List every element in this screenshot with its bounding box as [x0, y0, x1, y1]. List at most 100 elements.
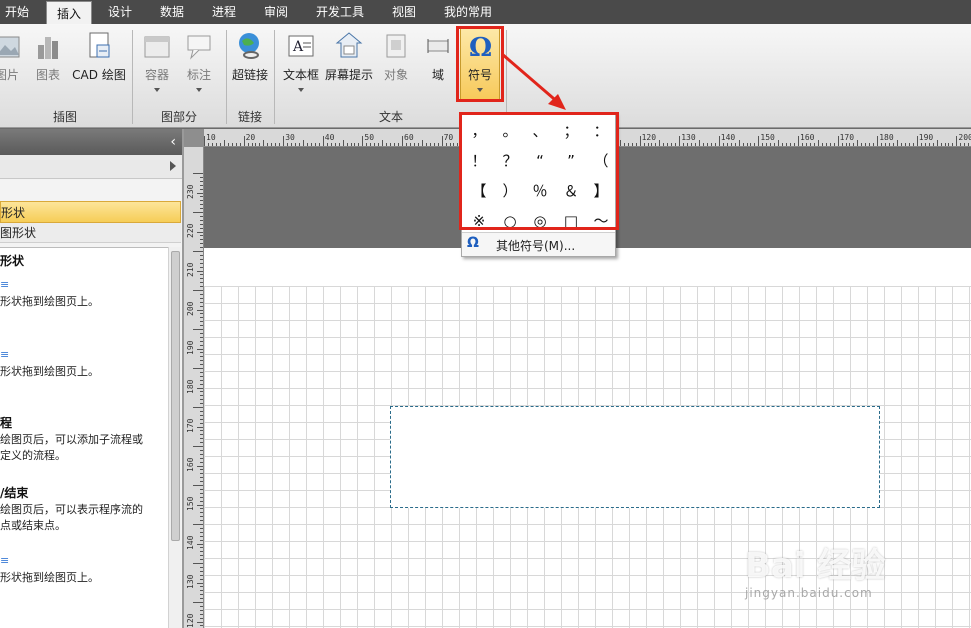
shape-item-title[interactable]: /结束 [0, 484, 28, 501]
shape-list-mark: ≡ [0, 278, 10, 291]
ruler-tick [231, 143, 233, 146]
ruler-tick [928, 143, 930, 146]
object-button[interactable]: 对象 [378, 28, 414, 106]
shape-desc: 定义的流程。 [0, 449, 66, 462]
ruler-tick [200, 282, 203, 284]
ruler-tick [936, 140, 938, 146]
ruler-tick [200, 512, 203, 514]
tab-data[interactable]: 数据 [152, 0, 192, 24]
ruler-tick [200, 332, 203, 334]
chart-button[interactable]: 图表 [30, 28, 66, 106]
ruler-tick [350, 143, 352, 146]
shape-item-title[interactable]: 程 [0, 414, 12, 431]
chevron-down-icon [196, 88, 202, 92]
cad-drawing-label: CAD 绘图 [72, 68, 126, 82]
cad-drawing-button[interactable]: CAD 绘图 [70, 28, 128, 106]
ruler-tick [746, 143, 748, 146]
chart-label: 图表 [35, 68, 60, 82]
ruler-tick [235, 143, 237, 146]
ruler-tick [200, 609, 203, 611]
tab-my-favorites[interactable]: 我的常用 [436, 0, 500, 24]
picture-button[interactable]: 图片 [0, 28, 20, 106]
ruler-tick [956, 136, 958, 146]
ruler-tick [200, 235, 203, 237]
ruler-tick [223, 140, 225, 146]
chevron-down-icon [298, 88, 304, 92]
ruler-tick [453, 143, 455, 146]
tab-design[interactable]: 设计 [100, 0, 140, 24]
ruler-tick [193, 407, 203, 408]
ruler-tick [631, 143, 633, 146]
ruler-tick [200, 297, 203, 299]
ruler-tick [263, 140, 265, 146]
ruler-tick [193, 329, 203, 330]
highlight-box-symbol-button [456, 26, 504, 102]
shape-list-title: 形状 [0, 254, 25, 268]
ruler-tick [699, 140, 700, 146]
ruler-tick [691, 143, 693, 146]
ruler-tick [197, 621, 203, 623]
ruler-tick [449, 143, 451, 146]
ruler-tick [200, 566, 203, 568]
shape-list-scrollbar[interactable] [168, 247, 181, 628]
ruler-tick [200, 578, 203, 580]
ruler-tick [798, 136, 799, 146]
globe-link-icon [239, 33, 259, 59]
ruler-tick [200, 258, 203, 260]
ruler-tick [200, 594, 203, 596]
ruler-tick [813, 143, 815, 146]
ruler-tick [200, 625, 203, 627]
ruler-tick [683, 143, 685, 146]
selected-textbox-shape[interactable] [390, 406, 880, 508]
tab-developer[interactable]: 开发工具 [308, 0, 372, 24]
ruler-tick [200, 481, 203, 483]
stencil-item[interactable]: 图形状 [0, 223, 181, 243]
ruler-tick [200, 531, 203, 533]
more-symbols-menu-item[interactable]: Ω 其他符号(M)... [462, 232, 615, 256]
ruler-corner [184, 129, 204, 147]
hyperlink-button[interactable]: 超链接 [228, 28, 272, 106]
callout-button[interactable]: 标注 [180, 28, 218, 106]
stencil-item-selected[interactable]: 形状 [0, 201, 181, 223]
tab-review[interactable]: 审阅 [256, 0, 296, 24]
ruler-tick [346, 143, 348, 146]
ruler-tick [398, 143, 400, 146]
ruler-tick [433, 143, 435, 146]
shape-list-mark: ≡ [0, 554, 10, 567]
ruler-tick [197, 309, 203, 311]
ruler-tick [200, 305, 203, 307]
ruler-tick [200, 516, 203, 518]
collapse-chevron-icon[interactable]: ‹ [170, 134, 176, 150]
tab-insert[interactable]: 插入 [46, 1, 92, 25]
ruler-tick [197, 504, 203, 506]
ruler-tick [243, 136, 245, 146]
textbox-button[interactable]: A 文本框 [280, 28, 322, 106]
ruler-tick [944, 143, 946, 146]
ruler-tick-label: 200 [958, 133, 971, 142]
ruler-tick [200, 266, 203, 268]
group-illustrations-label: 插图 [52, 110, 77, 124]
ruler-tick [726, 143, 728, 146]
ruler-tick [275, 143, 277, 146]
tab-process[interactable]: 进程 [204, 0, 244, 24]
ruler-tick [200, 344, 203, 346]
callout-icon [187, 35, 211, 60]
tab-view[interactable]: 视图 [384, 0, 424, 24]
ruler-tick [627, 143, 629, 146]
scrollbar-thumb[interactable] [171, 251, 180, 541]
container-button[interactable]: 容器 [138, 28, 176, 106]
ruler-tick [193, 563, 203, 564]
ruler-tick [809, 143, 811, 146]
tab-home[interactable]: 开始 [0, 0, 34, 24]
ruler-tick [421, 140, 423, 146]
ruler-tick [897, 140, 898, 146]
ruler-tick [200, 336, 203, 338]
cad-drawing-icon [89, 32, 110, 58]
group-links-label: 链接 [237, 110, 262, 124]
field-button[interactable]: 域 [418, 28, 458, 106]
screentip-button[interactable]: 屏幕提示 [322, 28, 376, 106]
ruler-tick [251, 143, 253, 146]
more-shapes-row[interactable] [0, 155, 182, 179]
ruler-tick [200, 469, 203, 471]
ruler-tick [362, 136, 364, 146]
